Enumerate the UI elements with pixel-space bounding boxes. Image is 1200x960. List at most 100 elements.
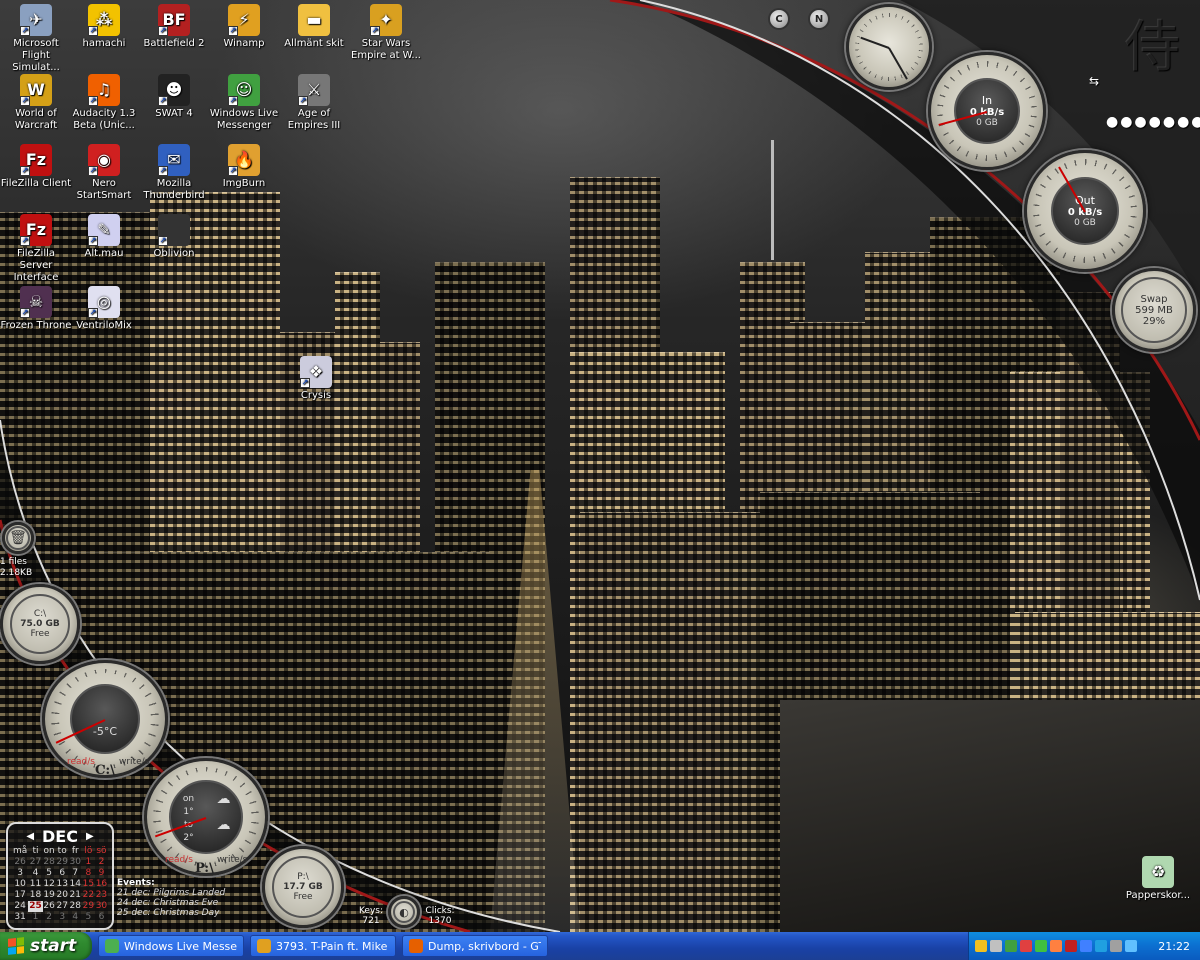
network-icon[interactable]: ⇆ — [1084, 74, 1104, 88]
calendar-day[interactable]: 21 — [69, 890, 82, 901]
tray-icon[interactable] — [1050, 940, 1062, 952]
calendar-day[interactable]: 6 — [56, 868, 69, 879]
taskbar-button[interactable]: 3793. T-Pain ft. Mike ... — [250, 935, 396, 957]
calendar-day[interactable]: 27 — [56, 901, 69, 912]
desktop-icon[interactable]: 🔥 ↗ ImgBurn — [208, 144, 280, 190]
desktop-icon[interactable]: ⚡ ↗ Winamp — [208, 4, 280, 50]
calendar-day[interactable]: 20 — [56, 890, 69, 901]
tray-icon[interactable] — [1020, 940, 1032, 952]
tray-icon[interactable] — [1095, 940, 1107, 952]
calendar-day[interactable]: 28 — [43, 857, 56, 868]
calendar-day[interactable]: 5 — [82, 912, 95, 923]
calendar-day[interactable]: 11 — [28, 879, 42, 890]
c-button[interactable]: C — [768, 8, 790, 30]
calendar-day[interactable]: 17 — [12, 890, 28, 901]
calendar-day[interactable]: 26 — [43, 901, 56, 912]
calendar-day[interactable]: 31 — [12, 912, 28, 923]
calendar-day[interactable]: 4 — [28, 868, 42, 879]
desktop-icon[interactable]: ❖ ↗ Crysis — [280, 356, 352, 402]
desktop-icon[interactable]: ◎ ↗ VentriloMix — [68, 286, 140, 332]
tray-icon[interactable] — [1080, 940, 1092, 952]
calendar-day[interactable]: 27 — [28, 857, 42, 868]
calendar-day[interactable]: 23 — [95, 890, 108, 901]
calendar-day[interactable]: 25 — [28, 901, 43, 912]
calendar-day[interactable]: 30 — [69, 857, 82, 868]
desktop-icon[interactable]: ☠ ↗ Frozen Throne — [0, 286, 72, 332]
desktop-icon[interactable]: W ↗ World of Warcraft — [0, 74, 72, 132]
calendar-day[interactable]: 18 — [28, 890, 42, 901]
drive-p-free-gauge[interactable]: P:\ 17.7 GB Free — [262, 846, 344, 928]
desktop-icon[interactable]: Fz ↗ FileZilla Client — [0, 144, 72, 190]
imgburn-icon: 🔥 ↗ — [228, 144, 260, 176]
desktop-icon[interactable]: ♻ Papperskor... — [1122, 856, 1194, 902]
tray-icon[interactable] — [990, 940, 1002, 952]
tray-icon[interactable] — [1065, 940, 1077, 952]
calendar-day[interactable]: 12 — [43, 879, 56, 890]
desktop-icon[interactable]: ✎ ↗ Alt.mau — [68, 214, 140, 260]
calendar-day[interactable]: 8 — [82, 868, 95, 879]
next-month-icon[interactable]: ▶ — [86, 831, 94, 842]
calendar-day[interactable]: 9 — [95, 868, 108, 879]
calendar-day[interactable]: 29 — [82, 901, 95, 912]
desktop-icon-label: FileZilla Server Interface — [13, 248, 59, 283]
desktop-icon[interactable]: BF ↗ Battlefield 2 — [138, 4, 210, 50]
calendar-day[interactable]: 7 — [69, 868, 82, 879]
weekday-header: ti — [32, 846, 39, 856]
calendar-day[interactable]: 3 — [56, 912, 69, 923]
tray-icon[interactable] — [1125, 940, 1137, 952]
desktop-icon[interactable]: ☻ ↗ SWAT 4 — [138, 74, 210, 120]
desktop-icon[interactable]: ♫ ↗ Audacity 1.3 Beta (Unic... — [68, 74, 140, 132]
calendar-day[interactable]: 5 — [43, 868, 56, 879]
calendar-day[interactable]: 29 — [56, 857, 69, 868]
desktop-icon[interactable]: ✈ ↗ Microsoft Flight Simulat... — [0, 4, 72, 74]
desktop-icon[interactable]: ✦ ↗ Star Wars Empire at W... — [350, 4, 422, 62]
taskbar-button[interactable]: Windows Live Messen... — [98, 935, 244, 957]
calendar-day[interactable]: 2 — [95, 857, 108, 868]
desktop-icon[interactable]: ✉ ↗ Mozilla Thunderbird — [138, 144, 210, 202]
taskbar-button[interactable]: Dump, skrivbord - GT... — [402, 935, 548, 957]
calendar-day[interactable]: 28 — [69, 901, 82, 912]
taskbar-clock[interactable]: 21:22 — [1158, 940, 1190, 953]
calendar-day[interactable]: 4 — [69, 912, 82, 923]
calendar-day[interactable]: 26 — [12, 857, 28, 868]
calendar-day[interactable]: 1 — [28, 912, 42, 923]
calendar-day[interactable]: 22 — [82, 890, 95, 901]
start-button[interactable]: start — [0, 932, 92, 960]
calendar-day[interactable]: 16 — [95, 879, 108, 890]
previous-month-icon[interactable]: ◀ — [26, 831, 34, 842]
desktop-icon[interactable]: ☺ ↗ Windows Live Messenger — [208, 74, 280, 132]
tray-icon[interactable] — [1035, 940, 1047, 952]
calendar-day[interactable]: 3 — [12, 868, 28, 879]
weekday-header: må — [13, 846, 28, 856]
recycle-files: 1 files — [0, 557, 27, 567]
n-button[interactable]: N — [808, 8, 830, 30]
desktop-icon-label: Nero StartSmart — [76, 178, 132, 201]
desktop-icon[interactable]: ◉ ↗ Nero StartSmart — [68, 144, 140, 202]
tray-icon[interactable] — [1110, 940, 1122, 952]
drive-c-free-gauge[interactable]: C:\ 75.0 GB Free — [0, 584, 80, 664]
calendar-day[interactable]: 2 — [43, 912, 56, 923]
calendar-day[interactable]: 14 — [69, 879, 82, 890]
desktop-icon[interactable]: ▬ Allmänt skit — [278, 4, 350, 50]
calendar-day[interactable]: 24 — [12, 901, 28, 912]
desktop-icon[interactable]: ↗ Oblivion — [138, 214, 210, 260]
mouse-icon: ◐ — [388, 896, 420, 928]
tray-icon[interactable] — [975, 940, 987, 952]
calendar-day[interactable]: 19 — [43, 890, 56, 901]
dots-indicator: ●●●●●●●● — [1106, 114, 1200, 130]
hamachi-icon: ⁂ ↗ — [88, 4, 120, 36]
calendar-day[interactable]: 30 — [95, 901, 108, 912]
desktop-icon-label: Windows Live Messenger — [209, 108, 279, 131]
calendar-day[interactable]: 15 — [82, 879, 95, 890]
recycle-bin-button[interactable]: 🗑 — [2, 522, 34, 554]
calendar-day[interactable]: 1 — [82, 857, 95, 868]
tray-icon[interactable] — [1005, 940, 1017, 952]
desktop-icon[interactable]: ⚔ ↗ Age of Empires III — [278, 74, 350, 132]
folder-icon: ▬ — [298, 4, 330, 36]
shortcut-arrow-icon: ↗ — [20, 96, 30, 106]
calendar-day[interactable]: 10 — [12, 879, 28, 890]
desktop-icon[interactable]: ⁂ ↗ hamachi — [68, 4, 140, 50]
calendar-day[interactable]: 6 — [95, 912, 108, 923]
calendar-day[interactable]: 13 — [56, 879, 69, 890]
desktop-icon[interactable]: Fz ↗ FileZilla Server Interface — [0, 214, 72, 284]
